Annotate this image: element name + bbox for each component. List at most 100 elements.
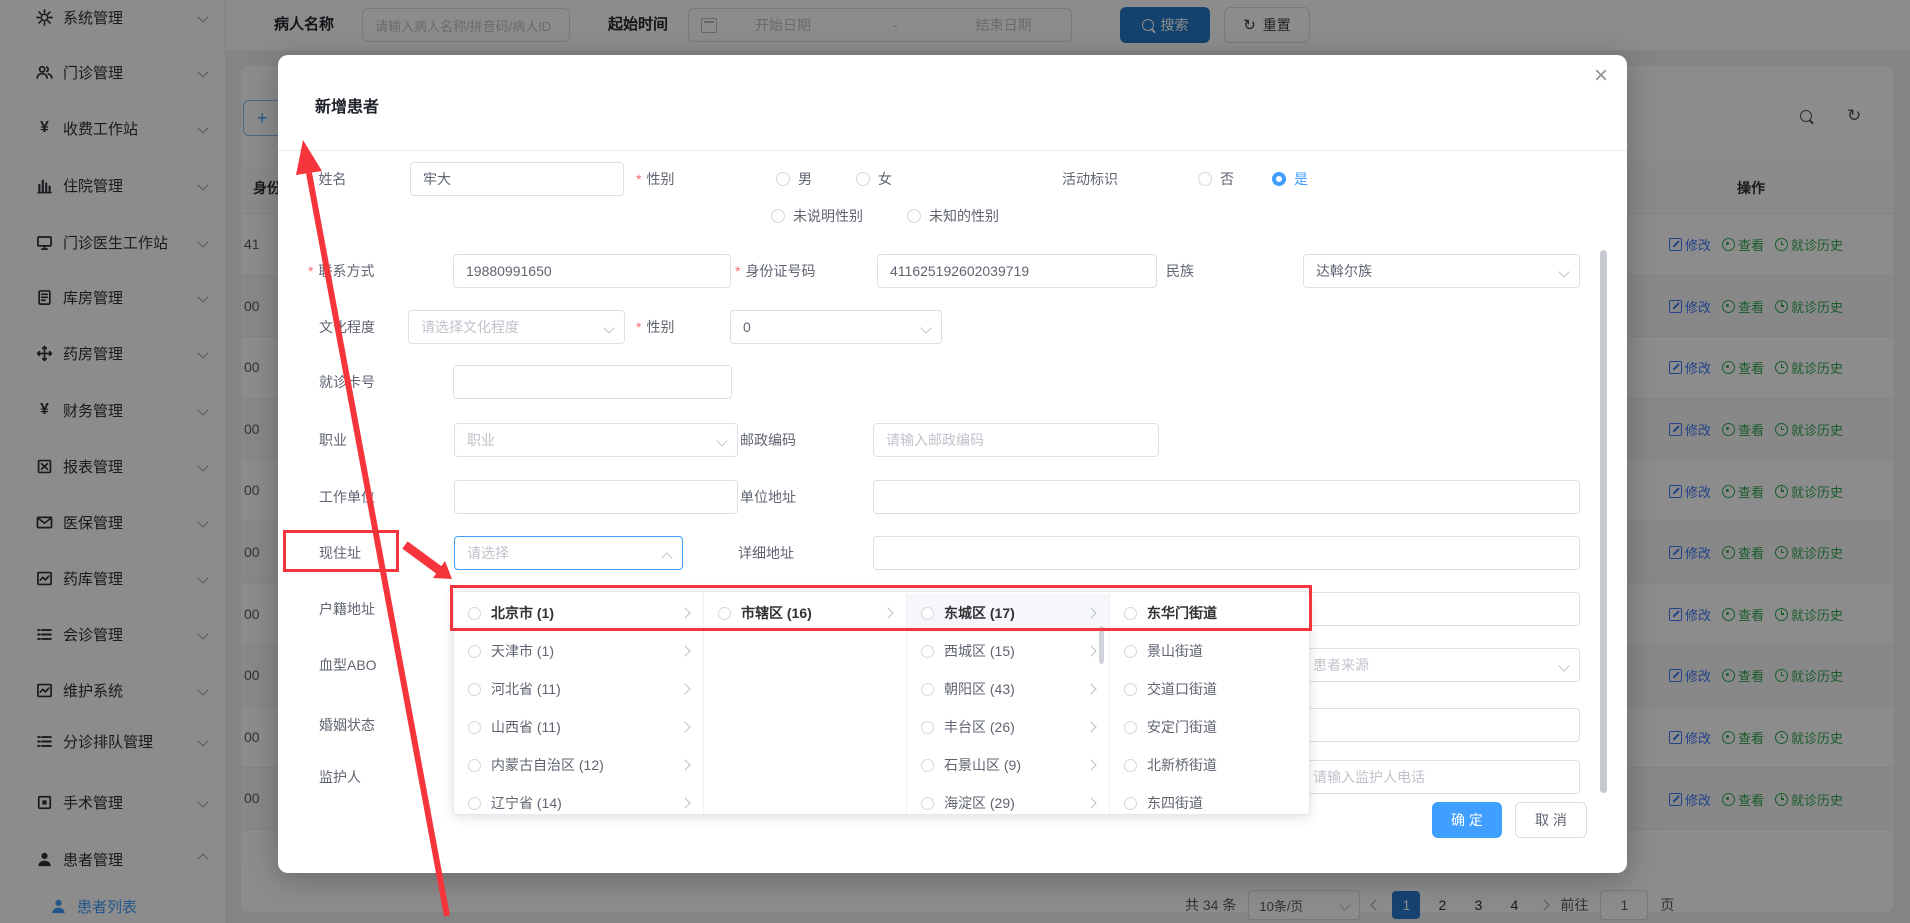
cascader-column: 市辖区 (16) bbox=[704, 592, 907, 815]
cascader-option[interactable]: 安定门街道 bbox=[1110, 708, 1309, 746]
radio-icon[interactable] bbox=[1124, 759, 1137, 772]
phone-input[interactable]: 19880991650 bbox=[453, 254, 731, 288]
cascader-option-label: 景山街道 bbox=[1147, 641, 1295, 661]
cascader-option[interactable]: 丰台区 (26) bbox=[907, 708, 1109, 746]
add-patient-dialog: 新增患者 × 姓名 牢大 性别 男 女 活动标识 否 是 未说明性别 bbox=[278, 55, 1627, 873]
occupation-select[interactable]: 职业 bbox=[454, 423, 738, 457]
radio-icon[interactable] bbox=[1124, 607, 1137, 620]
cascader-option[interactable]: 交道口街道 bbox=[1110, 670, 1309, 708]
gender-label: 性别 bbox=[636, 162, 674, 196]
current-address-cascader[interactable]: 请选择 bbox=[454, 536, 683, 570]
patient-source-select[interactable]: 患者来源 bbox=[1300, 648, 1580, 682]
radio-icon[interactable] bbox=[921, 797, 934, 810]
cascader-option[interactable]: 西城区 (15) bbox=[907, 632, 1109, 670]
cascader-option[interactable]: 东城区 (17) bbox=[907, 594, 1109, 632]
active-flag-radio-yes[interactable]: 是 bbox=[1272, 162, 1308, 196]
cascader-column: 东城区 (17) 西城区 (15)朝阳区 (43)丰台区 (26)石景山区 (9)… bbox=[907, 592, 1110, 815]
chevron-right-icon bbox=[679, 607, 690, 618]
radio-icon bbox=[776, 172, 790, 186]
radio-icon bbox=[856, 172, 870, 186]
cascader-option[interactable]: 石景山区 (9) bbox=[907, 746, 1109, 784]
cascader-option-label: 市辖区 (16) bbox=[741, 603, 884, 623]
occupation-label: 职业 bbox=[319, 423, 347, 457]
cascader-option[interactable]: 东华门街道 bbox=[1110, 594, 1309, 632]
education-label: 文化程度 bbox=[319, 310, 375, 344]
cascader-option-label: 辽宁省 (14) bbox=[491, 793, 681, 813]
guardian-phone-input[interactable]: 请输入监护人电话 bbox=[1300, 760, 1580, 794]
postal-code-input[interactable]: 请输入邮政编码 bbox=[873, 423, 1159, 457]
cascader-option-label: 安定门街道 bbox=[1147, 717, 1295, 737]
radio-icon[interactable] bbox=[468, 797, 481, 810]
work-unit-input[interactable] bbox=[454, 480, 738, 514]
marital-status-right-input[interactable] bbox=[1300, 708, 1580, 742]
radio-icon[interactable] bbox=[1124, 721, 1137, 734]
cascader-option[interactable]: 天津市 (1) bbox=[454, 632, 703, 670]
chevron-down-icon bbox=[1558, 660, 1569, 671]
radio-icon[interactable] bbox=[921, 683, 934, 696]
radio-icon bbox=[771, 209, 785, 223]
chevron-right-icon bbox=[679, 759, 690, 770]
cascader-option[interactable]: 海淀区 (29) bbox=[907, 784, 1109, 815]
active-flag-radio-no[interactable]: 否 bbox=[1198, 162, 1234, 196]
cascader-option-label: 内蒙古自治区 (12) bbox=[491, 755, 681, 775]
radio-icon[interactable] bbox=[1124, 683, 1137, 696]
cascader-option[interactable]: 山西省 (11) bbox=[454, 708, 703, 746]
ethnicity-select[interactable]: 达斡尔族 bbox=[1303, 254, 1580, 288]
current-address-label: 现住址 bbox=[319, 536, 361, 570]
chevron-right-icon bbox=[1085, 721, 1096, 732]
radio-icon[interactable] bbox=[468, 683, 481, 696]
chevron-right-icon bbox=[882, 607, 893, 618]
id-card-input[interactable]: 411625192602039719 bbox=[877, 254, 1157, 288]
cascader-option[interactable]: 内蒙古自治区 (12) bbox=[454, 746, 703, 784]
cascader-option-label: 交道口街道 bbox=[1147, 679, 1295, 699]
radio-icon[interactable] bbox=[1124, 645, 1137, 658]
id-card-label: 身份证号码 bbox=[735, 254, 815, 288]
cascader-option[interactable]: 景山街道 bbox=[1110, 632, 1309, 670]
gender-code-label: 性别 bbox=[636, 310, 674, 344]
cascader-option[interactable]: 朝阳区 (43) bbox=[907, 670, 1109, 708]
cancel-button[interactable]: 取 消 bbox=[1515, 802, 1587, 838]
chevron-right-icon bbox=[1085, 683, 1096, 694]
cascader-option[interactable]: 东四街道 bbox=[1110, 784, 1309, 815]
gender-radio-unknown[interactable]: 未知的性别 bbox=[907, 199, 999, 233]
radio-icon[interactable] bbox=[468, 645, 481, 658]
radio-icon[interactable] bbox=[921, 721, 934, 734]
cascader-option[interactable]: 北京市 (1) bbox=[454, 594, 703, 632]
name-input[interactable]: 牢大 bbox=[410, 162, 624, 196]
chevron-down-icon bbox=[603, 322, 614, 333]
cascader-option[interactable]: 市辖区 (16) bbox=[704, 594, 906, 632]
close-icon[interactable]: × bbox=[1586, 61, 1616, 91]
detail-address-input[interactable] bbox=[873, 536, 1580, 570]
cascader-option[interactable]: 河北省 (11) bbox=[454, 670, 703, 708]
cascader-option[interactable]: 北新桥街道 bbox=[1110, 746, 1309, 784]
radio-icon[interactable] bbox=[718, 607, 731, 620]
cascader-option-label: 东城区 (17) bbox=[944, 603, 1087, 623]
cascader-option[interactable]: 辽宁省 (14) bbox=[454, 784, 703, 815]
education-select[interactable]: 请选择文化程度 bbox=[408, 310, 625, 344]
registered-address-right-input[interactable] bbox=[1300, 592, 1580, 626]
dialog-scrollbar[interactable] bbox=[1600, 250, 1607, 793]
phone-label: 联系方式 bbox=[308, 254, 374, 288]
radio-icon[interactable] bbox=[468, 607, 481, 620]
radio-icon[interactable] bbox=[1124, 797, 1137, 810]
dialog-title: 新增患者 bbox=[315, 93, 379, 117]
radio-icon[interactable] bbox=[468, 721, 481, 734]
cascader-option-label: 北新桥街道 bbox=[1147, 755, 1295, 775]
chevron-right-icon bbox=[1085, 607, 1096, 618]
radio-icon[interactable] bbox=[921, 759, 934, 772]
cascader-option-label: 河北省 (11) bbox=[491, 679, 681, 699]
radio-icon[interactable] bbox=[921, 645, 934, 658]
gender-code-select[interactable]: 0 bbox=[730, 310, 942, 344]
cascader-scrollbar[interactable] bbox=[1099, 626, 1104, 664]
radio-icon[interactable] bbox=[468, 759, 481, 772]
unit-address-input[interactable] bbox=[873, 480, 1580, 514]
ethnicity-label: 民族 bbox=[1166, 254, 1194, 288]
gender-radio-unspecified[interactable]: 未说明性别 bbox=[771, 199, 863, 233]
work-unit-label: 工作单位 bbox=[319, 480, 375, 514]
visit-card-input[interactable] bbox=[453, 365, 732, 399]
dialog-divider bbox=[278, 150, 1627, 151]
gender-radio-female[interactable]: 女 bbox=[856, 162, 892, 196]
gender-radio-male[interactable]: 男 bbox=[776, 162, 812, 196]
confirm-button[interactable]: 确 定 bbox=[1432, 802, 1502, 838]
radio-icon[interactable] bbox=[921, 607, 934, 620]
